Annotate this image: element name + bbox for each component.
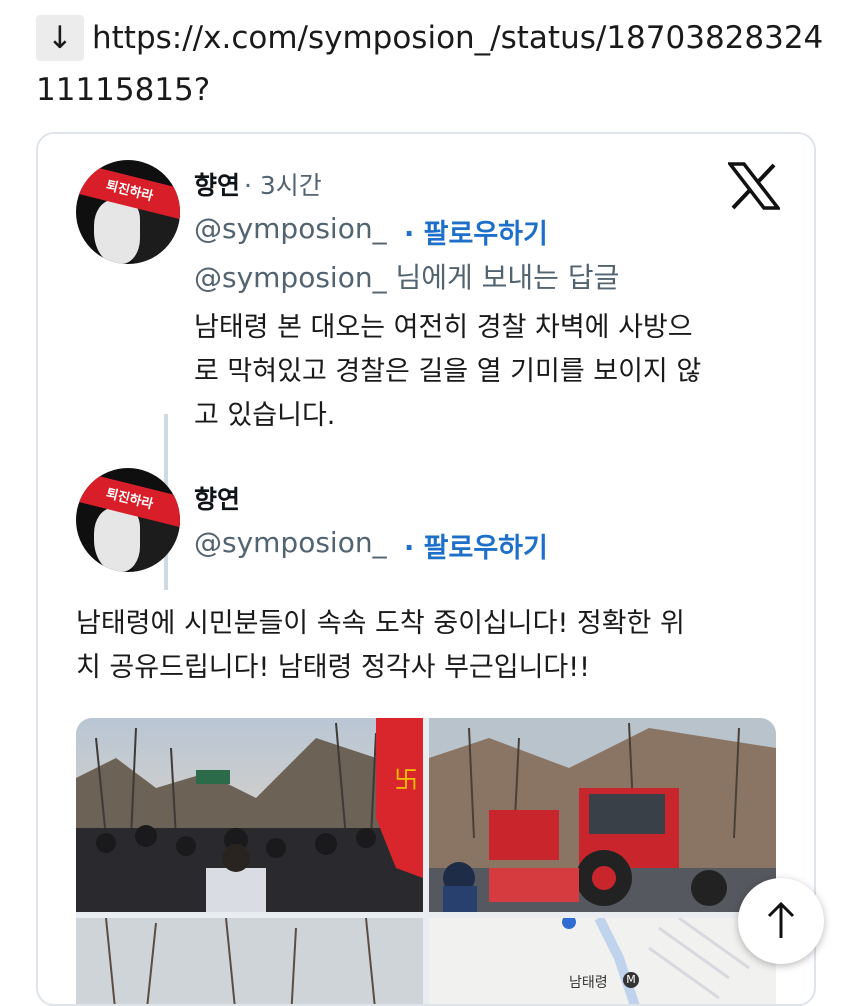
media-grid: 卐 남태령 M bbox=[76, 718, 776, 1004]
tweet-body-line: 고 있습니다. bbox=[194, 400, 336, 431]
author-handle[interactable]: @symposion_ bbox=[194, 526, 387, 559]
tweet-embed-card[interactable]: 퇴진하라 향연 · 3시간 @symposion_ · 팔로우하기 @sympo… bbox=[36, 132, 816, 1006]
author-name[interactable]: 향연 bbox=[194, 480, 240, 516]
arrow-up-icon bbox=[767, 901, 795, 938]
down-arrow-icon: ↓ bbox=[36, 15, 84, 61]
photo-map[interactable]: 남태령 M bbox=[429, 918, 776, 1004]
x-logo-icon[interactable] bbox=[728, 162, 780, 210]
avatar[interactable]: 퇴진하라 bbox=[76, 160, 180, 264]
url-line[interactable]: ↓ https://x.com/symposion_/status/1870382… bbox=[36, 12, 826, 116]
tweet-time[interactable]: · 3시간 bbox=[244, 166, 322, 202]
author-handle[interactable]: @symposion_ bbox=[194, 212, 387, 245]
follow-button[interactable]: · 팔로우하기 bbox=[404, 212, 548, 251]
tweet-body-line: 치 공유드립니다! 남태령 정각사 부근입니다!! bbox=[76, 652, 590, 683]
map-label: 남태령 bbox=[569, 975, 608, 991]
tweet-url-link[interactable]: https://x.com/symposion_/status/18703828… bbox=[36, 20, 823, 108]
photo-crowd[interactable]: 卐 bbox=[76, 718, 423, 912]
photo-trees[interactable] bbox=[76, 918, 423, 1004]
author-name[interactable]: 향연 bbox=[194, 166, 240, 202]
avatar[interactable]: 퇴진하라 bbox=[76, 468, 180, 572]
tweet-body-line: 로 막혀있고 경찰은 길을 열 기미를 보이지 않 bbox=[194, 356, 702, 387]
tweet-body: 남태령에 시민분들이 속속 도착 중이십니다! 정확한 위 치 공유드립니다! … bbox=[76, 602, 796, 690]
follow-button[interactable]: · 팔로우하기 bbox=[404, 526, 548, 565]
tweet-body: 남태령 본 대오는 여전히 경찰 차벽에 사방으 로 막혀있고 경찰은 길을 열… bbox=[194, 306, 794, 438]
scroll-to-top-button[interactable] bbox=[738, 878, 824, 964]
tweet-body-line: 남태령에 시민분들이 속속 도착 중이십니다! 정확한 위 bbox=[76, 608, 685, 639]
map-marker-icon: M bbox=[623, 972, 639, 988]
svg-text:卐: 卐 bbox=[394, 766, 418, 794]
replying-to-text: @symposion_ 님에게 보내는 답글 bbox=[194, 261, 620, 294]
photo-tractor[interactable] bbox=[429, 718, 776, 912]
tweet-body-line: 남태령 본 대오는 여전히 경찰 차벽에 사방으 bbox=[194, 312, 693, 343]
